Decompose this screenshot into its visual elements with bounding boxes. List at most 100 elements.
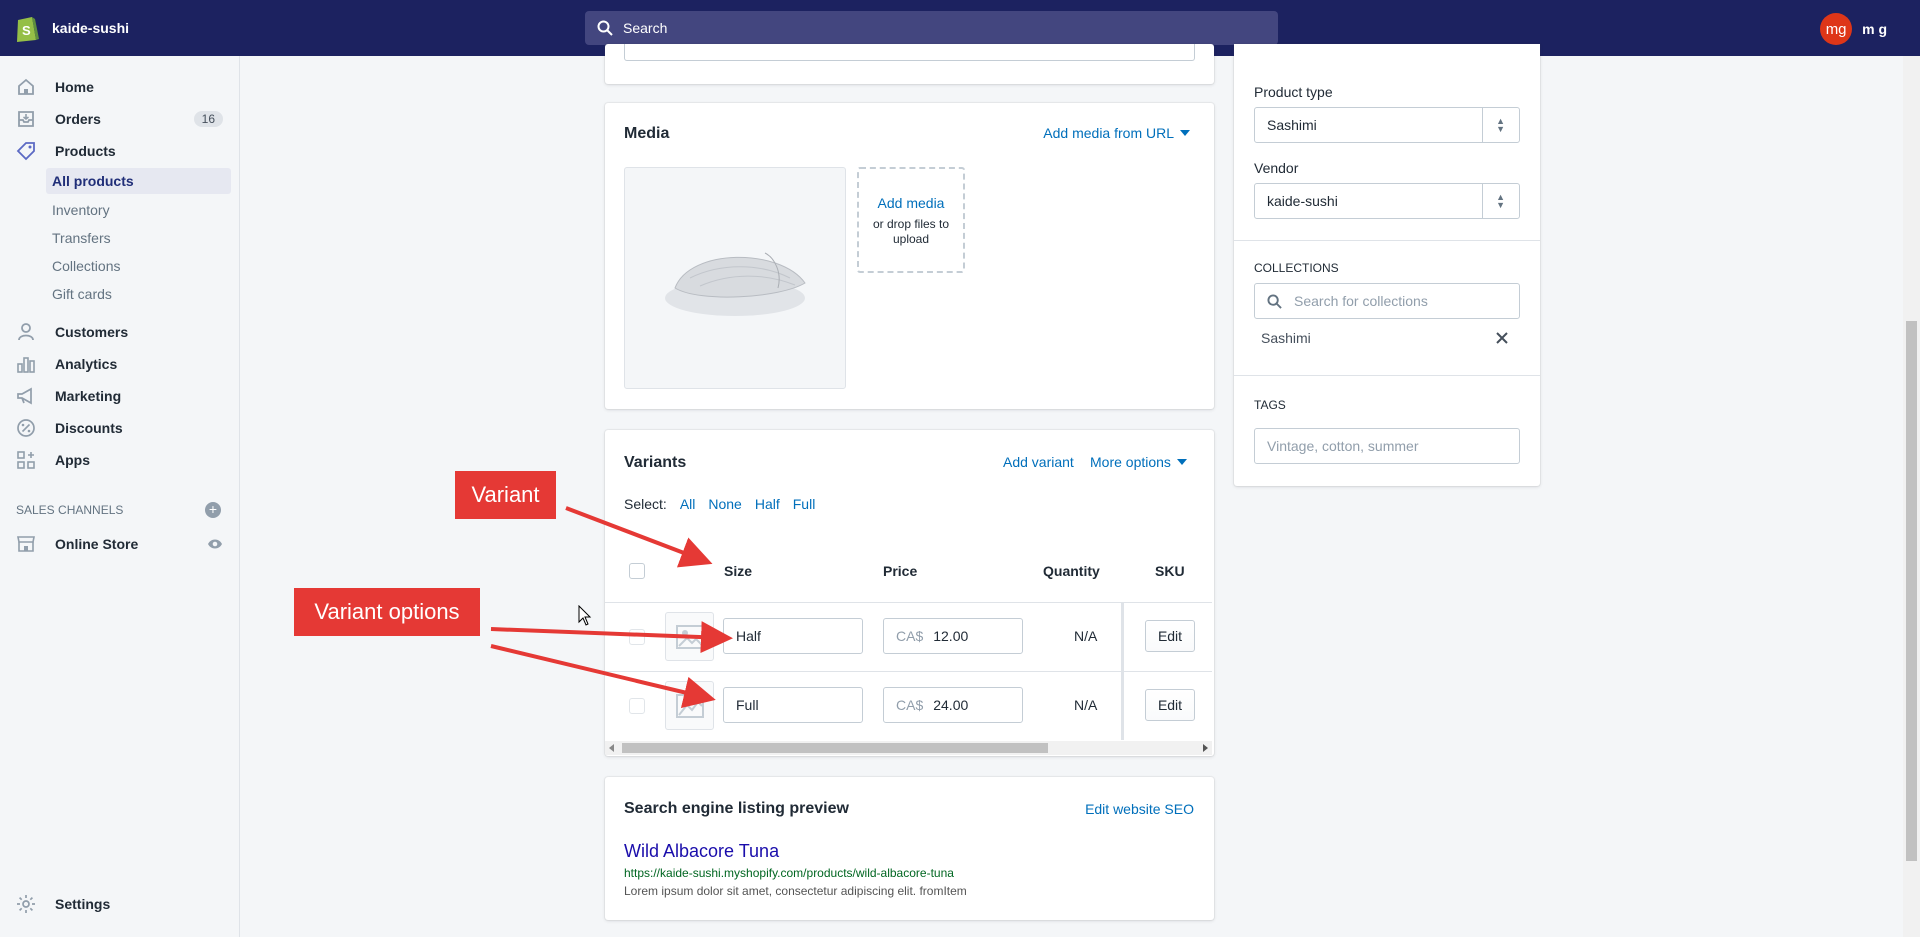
search-bar[interactable]: Search xyxy=(585,11,1278,45)
select-arrows-icon: ▲ ▼ xyxy=(1496,116,1505,134)
sales-channels-heading: SALES CHANNELS + xyxy=(16,502,221,518)
sidebar-item-apps[interactable]: Apps xyxy=(16,446,231,474)
variant-callout: Variant xyxy=(455,471,556,519)
select-none-link[interactable]: None xyxy=(708,496,741,512)
select-half-link[interactable]: Half xyxy=(755,496,780,512)
sidebar-item-label: Marketing xyxy=(55,388,122,404)
image-placeholder-icon xyxy=(675,693,704,718)
horizontal-scrollbar[interactable] xyxy=(605,741,1212,755)
sidebar-item-label: Orders xyxy=(55,111,101,127)
scroll-right-icon[interactable] xyxy=(1203,744,1208,752)
sidebar-item-label: Online Store xyxy=(55,536,139,552)
sidebar-item-label: Home xyxy=(55,79,94,95)
column-header-quantity: Quantity xyxy=(1043,563,1100,579)
select-arrows-icon: ▲ ▼ xyxy=(1496,192,1505,210)
remove-collection-close-icon[interactable] xyxy=(1495,331,1509,345)
user-name: m g xyxy=(1862,21,1887,37)
variant-price-value: 24.00 xyxy=(933,697,969,713)
variant-price-input[interactable]: CA$ 24.00 xyxy=(883,687,1023,723)
select-all-checkbox[interactable] xyxy=(629,563,645,579)
sidebar-subitem-collections[interactable]: Collections xyxy=(46,253,231,279)
sidebar-item-orders[interactable]: Orders 16 xyxy=(16,105,231,133)
home-icon xyxy=(16,77,36,97)
sidebar-item-settings[interactable]: Settings xyxy=(16,890,231,918)
user-menu[interactable]: mg m g xyxy=(1820,13,1887,45)
sidebar-subitem-inventory[interactable]: Inventory xyxy=(46,197,231,223)
variant-price-input[interactable]: CA$ 12.00 xyxy=(883,618,1023,654)
tags-input[interactable]: Vintage, cotton, summer xyxy=(1254,428,1520,464)
bar-chart-icon xyxy=(16,354,36,374)
edit-website-seo-link[interactable]: Edit website SEO xyxy=(1085,801,1194,817)
store-switcher[interactable]: S kaide-sushi xyxy=(14,13,129,43)
add-media-label: Add media xyxy=(877,195,945,211)
media-title: Media xyxy=(624,125,670,142)
collections-heading: COLLECTIONS xyxy=(1254,261,1339,275)
variant-image-placeholder[interactable] xyxy=(665,612,714,661)
sidebar-item-customers[interactable]: Customers xyxy=(16,318,231,346)
vendor-label: Vendor xyxy=(1254,160,1299,176)
page-vertical-scrollbar[interactable] xyxy=(1903,56,1920,937)
add-channel-plus-icon[interactable]: + xyxy=(205,502,221,518)
column-header-sku: SKU xyxy=(1155,563,1185,579)
sidebar-item-discounts[interactable]: Discounts xyxy=(16,414,231,442)
eye-icon[interactable] xyxy=(207,537,223,551)
currency-prefix: CA$ xyxy=(896,628,924,644)
add-media-dropzone[interactable]: Add media or drop files to upload xyxy=(857,167,965,273)
orders-icon xyxy=(16,109,36,129)
add-variant-link[interactable]: Add variant xyxy=(1003,454,1074,470)
previous-input-bottom xyxy=(624,44,1195,61)
sidebar-item-products[interactable]: Products xyxy=(16,137,231,165)
variant-select-bar: Select: All None Half Full xyxy=(624,496,815,512)
currency-prefix: CA$ xyxy=(896,697,924,713)
seo-title: Search engine listing preview xyxy=(624,800,849,817)
select-full-link[interactable]: Full xyxy=(793,496,816,512)
sidebar-item-label: Apps xyxy=(55,452,90,468)
more-options-button[interactable]: More options xyxy=(1090,454,1187,470)
sidebar-item-analytics[interactable]: Analytics xyxy=(16,350,231,378)
collections-search-input[interactable]: Search for collections xyxy=(1254,283,1520,319)
tag-icon xyxy=(16,141,36,161)
variant-size-input[interactable]: Full xyxy=(723,687,863,723)
select-all-link[interactable]: All xyxy=(680,496,696,512)
variant-options-callout: Variant options xyxy=(294,588,480,636)
variants-title: Variants xyxy=(624,454,687,471)
scrollbar-thumb[interactable] xyxy=(622,743,1048,753)
variant-size-value: Half xyxy=(736,628,761,644)
sidebar-subitem-transfers[interactable]: Transfers xyxy=(46,225,231,251)
row-checkbox[interactable] xyxy=(629,698,645,714)
sidebar: Home Orders 16 Products All products Inv… xyxy=(0,56,240,937)
vendor-value: kaide-sushi xyxy=(1267,193,1338,209)
seo-url: https://kaide-sushi.myshopify.com/produc… xyxy=(624,866,954,880)
sticky-column-divider xyxy=(1121,603,1124,740)
gear-icon xyxy=(16,894,36,914)
scroll-left-icon[interactable] xyxy=(609,744,614,752)
variant-quantity: N/A xyxy=(1074,697,1098,713)
sidebar-item-marketing[interactable]: Marketing xyxy=(16,382,231,410)
divider xyxy=(1234,240,1540,241)
sidebar-item-label: Products xyxy=(55,143,116,159)
scrollbar-thumb[interactable] xyxy=(1906,321,1917,861)
sidebar-item-online-store[interactable]: Online Store xyxy=(16,530,231,558)
sidebar-subitem-gift-cards[interactable]: Gift cards xyxy=(46,281,231,307)
seo-page-title: Wild Albacore Tuna xyxy=(624,841,780,861)
product-image-tile[interactable] xyxy=(624,167,846,389)
edit-variant-button[interactable]: Edit xyxy=(1145,689,1195,721)
image-placeholder-icon xyxy=(675,624,704,649)
vendor-select[interactable]: kaide-sushi ▲ ▼ xyxy=(1254,183,1520,219)
add-media-from-url-label: Add media from URL xyxy=(1043,125,1174,141)
media-card: Media Add media from URL Add media or dr… xyxy=(605,103,1214,409)
tags-placeholder: Vintage, cotton, summer xyxy=(1267,438,1419,454)
sidebar-item-label: Customers xyxy=(55,324,129,340)
variant-image-placeholder[interactable] xyxy=(665,681,714,730)
sidebar-subitem-all-products[interactable]: All products xyxy=(46,168,231,194)
row-checkbox[interactable] xyxy=(629,629,645,645)
variant-size-input[interactable]: Half xyxy=(723,618,863,654)
orders-count-badge: 16 xyxy=(193,111,223,127)
sidebar-item-home[interactable]: Home xyxy=(16,73,231,101)
product-type-select[interactable]: Sashimi ▲ ▼ xyxy=(1254,107,1520,143)
edit-variant-button[interactable]: Edit xyxy=(1145,620,1195,652)
add-media-from-url-button[interactable]: Add media from URL xyxy=(1043,125,1190,141)
drop-hint-label: or drop files to upload xyxy=(872,217,950,246)
sidebar-item-label: Discounts xyxy=(55,420,123,436)
sushi-image xyxy=(665,252,806,316)
